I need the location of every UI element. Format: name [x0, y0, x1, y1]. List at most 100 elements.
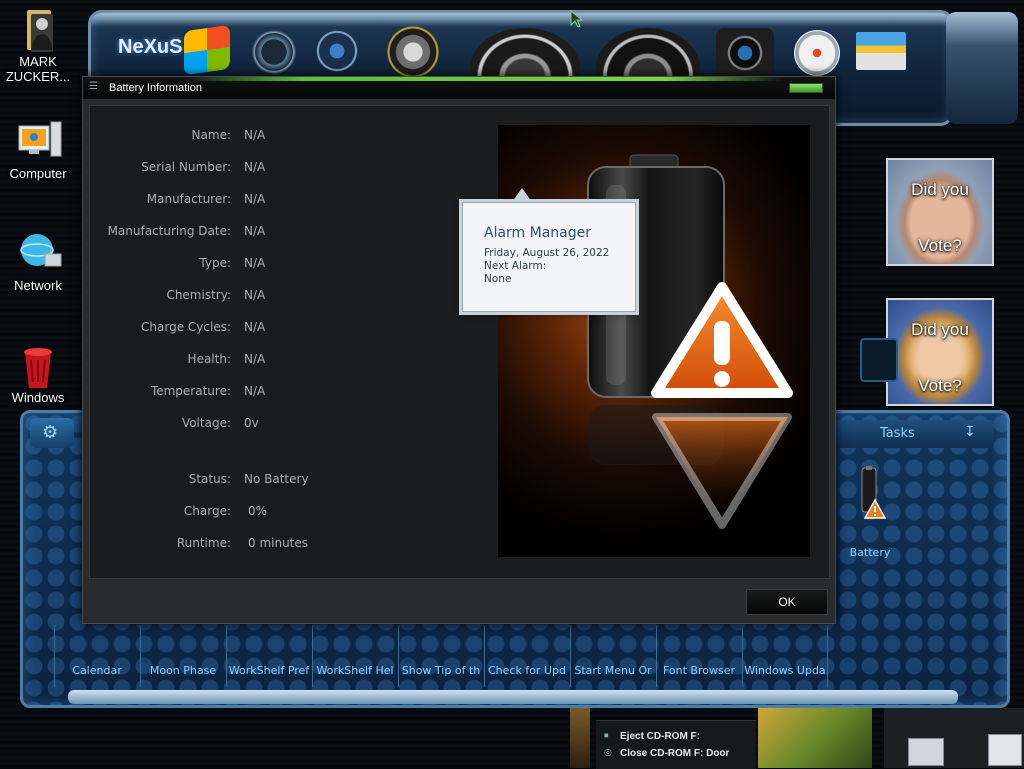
camera-icon[interactable] [716, 28, 774, 78]
field-label-temperature: Temperature: [150, 384, 231, 398]
field-label-health: Health: [187, 352, 231, 366]
shelf-item-moon-phase[interactable]: Moon Phase [140, 625, 225, 687]
window-title: Battery Information [109, 82, 202, 94]
user-folder-icon [17, 8, 59, 52]
nexus-logo[interactable]: NeXuS [118, 36, 182, 59]
field-value-voltage: 0v [244, 416, 259, 430]
compass-icon[interactable] [794, 30, 840, 76]
empty-battery-warning-icon [587, 154, 793, 529]
clock-icon[interactable] [252, 30, 296, 74]
desktop-icon-network[interactable]: Network [0, 232, 76, 293]
side-gadget-tab[interactable] [860, 338, 898, 382]
cartoon-avatar-icon[interactable] [856, 32, 906, 70]
vote-widget-top[interactable]: Did you Vote? [886, 158, 994, 266]
shelf-item-label: Font Browser [662, 664, 736, 677]
battery-task-item[interactable]: Battery [836, 458, 904, 566]
tooltip-title: Alarm Manager [484, 225, 592, 241]
field-value-name: N/A [244, 128, 266, 142]
shelf-item-start-menu-organizer[interactable]: Start Menu Or [570, 625, 655, 687]
eject-cdrom-item[interactable]: Eject CD-ROM F: [620, 731, 700, 742]
disc-icon: ◎ [604, 748, 612, 758]
shelf-item-label: Moon Phase [149, 664, 217, 677]
bottom-desktop-panel [884, 708, 1024, 768]
shelf-item-font-browser[interactable]: Font Browser [656, 625, 741, 687]
battery-information-window: ☰ Battery Information Name: N/A Serial N… [82, 76, 836, 624]
field-label-charge: Charge: [183, 504, 231, 518]
tasks-label: Tasks [880, 426, 915, 441]
drive-icon[interactable] [908, 738, 944, 766]
tooltip-pointer [512, 188, 532, 202]
bottom-thumbnail [570, 708, 590, 768]
battery-warning-icon [861, 466, 887, 519]
field-value-manufacturing-date: N/A [244, 224, 266, 238]
field-label-charge-cycles: Charge Cycles: [141, 320, 231, 334]
shelf-item-calendar[interactable]: Calendar [54, 625, 139, 687]
field-label-serial-number: Serial Number: [141, 160, 231, 174]
cursor-icon [570, 9, 584, 28]
field-label-manufacturing-date: Manufacturing Date: [107, 224, 231, 238]
desktop-icon-label: Computer [9, 166, 67, 181]
gear-icon: ⚙ [42, 422, 59, 443]
tasks-collapse-icon[interactable]: ↧ [964, 424, 976, 440]
desktop-icon-computer[interactable]: Computer [0, 120, 76, 181]
window-battery-indicator-icon [789, 83, 823, 93]
field-value-temperature: N/A [244, 384, 266, 398]
vote-widget-text-bottom: Vote? [918, 376, 962, 395]
desktop-icon-recycle-bin[interactable]: Windows [0, 344, 76, 405]
desktop-icon-label: Windows [11, 390, 65, 405]
field-value-charge: 0% [248, 504, 268, 518]
field-label-type: Type: [199, 256, 231, 270]
tasks-header: Tasks ↧ [834, 420, 994, 448]
globe-orbit-icon[interactable] [382, 24, 444, 80]
field-label-voltage: Voltage: [181, 416, 231, 430]
shelf-item-label: WorkShelf Pref [228, 664, 310, 677]
field-value-health: N/A [244, 352, 266, 366]
field-label-manufacturer: Manufacturer: [146, 192, 231, 206]
battery-warning-artwork [498, 125, 810, 557]
recycle-bin-icon [17, 344, 59, 388]
workshelf-settings-button[interactable]: ⚙ [30, 418, 74, 448]
shelf-item-workshelf-preferences[interactable]: WorkShelf Pref [226, 625, 311, 687]
field-value-type: N/A [244, 256, 266, 270]
field-label-chemistry: Chemistry: [166, 288, 231, 302]
field-value-manufacturer: N/A [244, 192, 266, 206]
field-label-status: Status: [188, 472, 231, 486]
desktop-icon-label: Network [14, 278, 62, 293]
vote-widget-bottom[interactable]: Did you Vote? [886, 298, 994, 406]
field-value-runtime: 0 minutes [248, 536, 309, 550]
field-value-chemistry: N/A [244, 288, 266, 302]
shield-emblem-icon[interactable] [312, 26, 362, 76]
bottom-thumbnail [758, 708, 872, 768]
ok-button[interactable]: OK [746, 589, 828, 615]
battery-task-label: Battery [849, 546, 891, 559]
shelf-item-label: WorkShelf Hel [316, 664, 394, 677]
network-globe-icon [17, 232, 62, 274]
shelf-item-label: Show Tip of th [401, 664, 481, 677]
shelf-item-label: Calendar [72, 664, 122, 677]
shelf-item-show-tip[interactable]: Show Tip of th [398, 625, 483, 687]
vote-widget-text-top: Did you [911, 320, 969, 339]
eject-icon: ⏹ [604, 731, 609, 741]
tooltip-date: Friday, August 26, 2022 [484, 247, 610, 259]
field-label-name: Name: [191, 128, 231, 142]
computer-icon [17, 120, 62, 162]
shelf-item-label: Start Menu Or [574, 664, 652, 677]
tooltip-next-alarm-label: Next Alarm: [484, 260, 547, 272]
field-value-charge-cycles: N/A [244, 320, 266, 334]
desktop-icon-user-folder[interactable]: MARK ZUCKER... [0, 8, 76, 84]
shelf-item-check-for-updates[interactable]: Check for Upd [484, 625, 569, 687]
field-label-runtime: Runtime: [176, 536, 231, 550]
close-cdrom-item[interactable]: Close CD-ROM F: Door [620, 748, 729, 759]
workshelf-bottom-bar [68, 690, 958, 704]
shelf-item-label: Windows Upda [744, 664, 826, 677]
field-value-serial-number: N/A [244, 160, 266, 174]
tooltip-next-alarm-value: None [484, 273, 512, 285]
vote-widget-text-bottom: Vote? [918, 236, 962, 255]
shelf-item-windows-update[interactable]: Windows Upda [742, 625, 828, 687]
window-app-icon: ☰ [89, 81, 98, 92]
drive-icon[interactable] [988, 734, 1022, 766]
windows-start-icon[interactable] [184, 24, 230, 76]
dock-end-cap [946, 12, 1018, 124]
drive-context-menu: Eject CD-ROM F: Close CD-ROM F: Door ⏹ ◎ [596, 720, 756, 769]
shelf-item-workshelf-help[interactable]: WorkShelf Hel [312, 625, 397, 687]
